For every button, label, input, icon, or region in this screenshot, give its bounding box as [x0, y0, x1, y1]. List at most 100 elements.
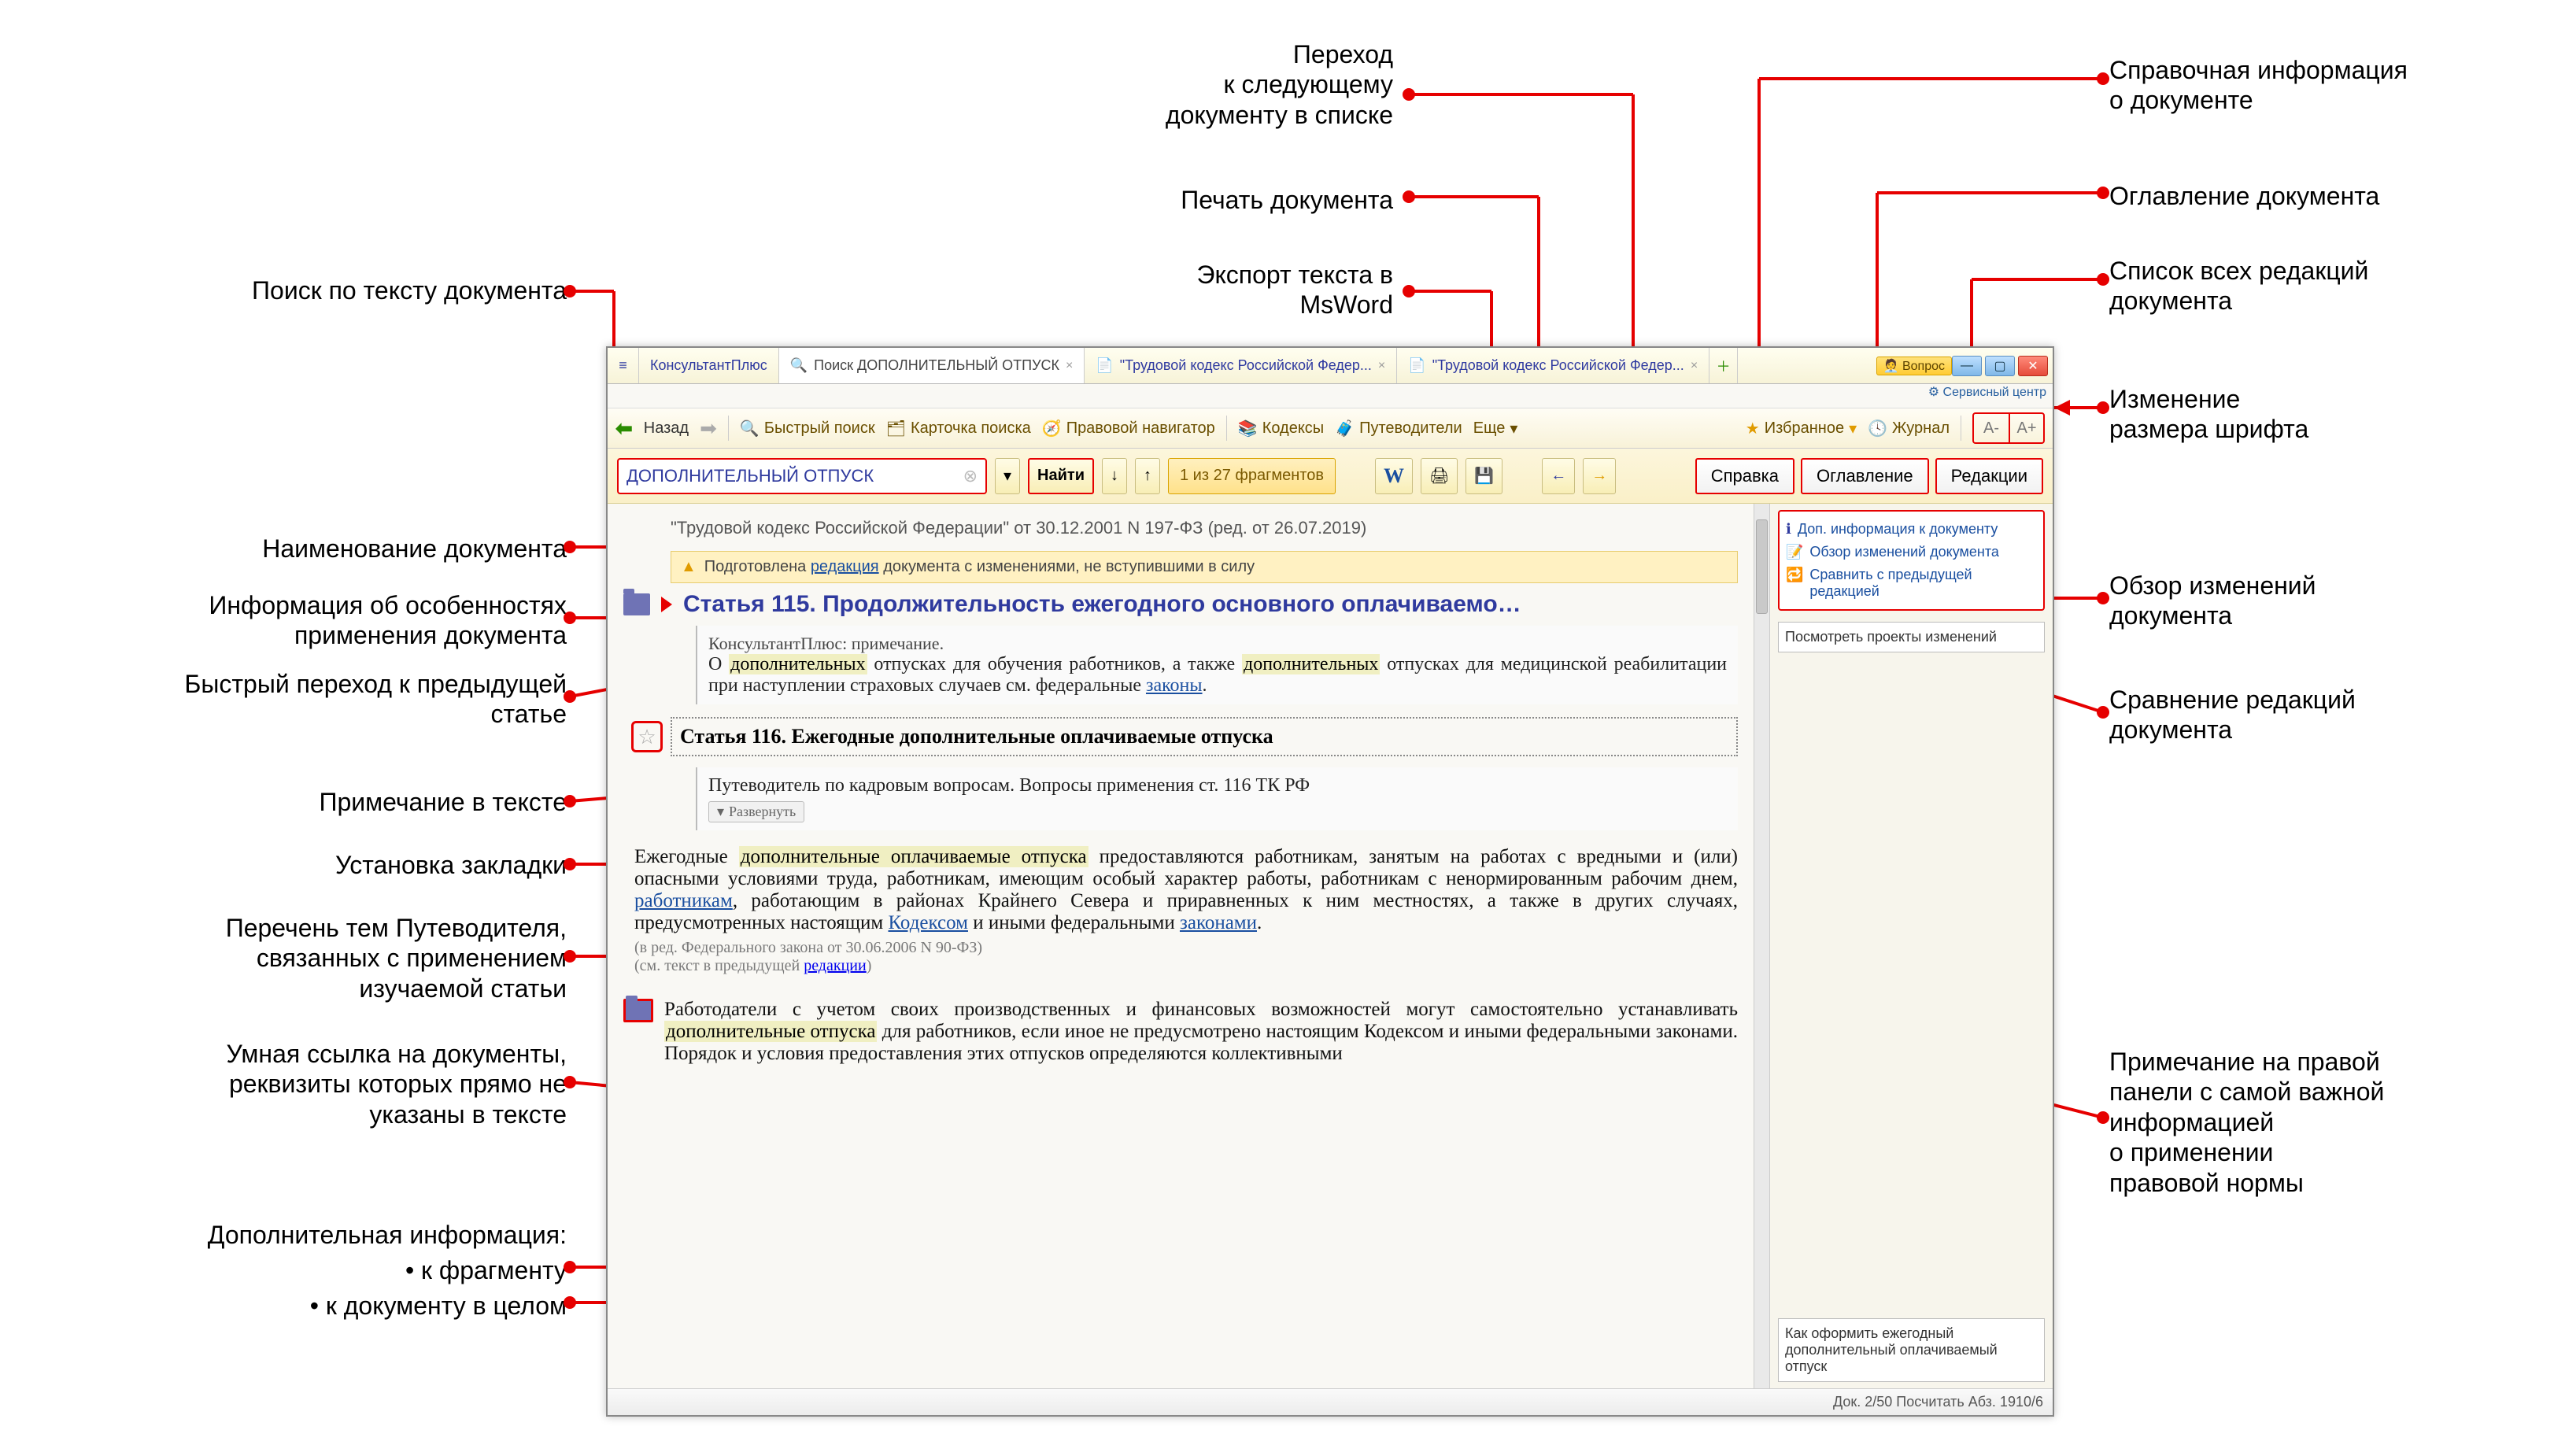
anno-extra-info-a: • к фрагменту [0, 1255, 567, 1285]
guide-box: Путеводитель по кадровым вопросам. Вопро… [696, 767, 1738, 830]
nav-back-button[interactable]: ⬅ [615, 416, 633, 441]
close-tab-icon[interactable]: × [1691, 359, 1698, 373]
doc-scrollbar[interactable] [1754, 504, 1769, 1388]
anno-set-bookmark: Установка закладки [0, 850, 567, 880]
more-button[interactable]: Еще ▾ [1473, 419, 1518, 438]
anno-export-word: Экспорт текста в MsWord [889, 260, 1393, 320]
font-decrease-button[interactable]: A- [1974, 414, 2009, 442]
anno-text-note: Примечание в тексте [0, 787, 567, 817]
anno-toc: Оглавление документа [2109, 181, 2379, 211]
anno-extra-info: Дополнительная информация: [0, 1220, 567, 1250]
anno-extra-info-b: • к документу в целом [0, 1291, 567, 1321]
tab-doc-1[interactable]: 📄"Трудовой кодекс Российской Федер...× [1085, 348, 1397, 383]
workers-link[interactable]: работникам [634, 890, 733, 911]
anno-doc-name: Наименование документа [0, 534, 567, 564]
service-center-link[interactable]: ⚙ Сервисный центр [608, 384, 2053, 408]
highlight: дополнительные оплачиваемые отпуска [739, 846, 1088, 867]
anno-editions: Список всех редакций документа [2109, 256, 2368, 316]
nav-forward-button[interactable]: ➡ [700, 416, 717, 441]
edition-note-2: (см. текст в предыдущей редакции) [634, 957, 1738, 975]
prev-edition-link[interactable]: редакции [804, 957, 867, 974]
next-match-button[interactable]: ↑ [1135, 458, 1160, 494]
pending-edition-warning: ▲ Подготовлена редакция документа с изме… [671, 551, 1738, 583]
reference-button[interactable]: Справка [1695, 458, 1794, 494]
status-bar: Док. 2/50 Посчитать Абз. 1910/6 [608, 1388, 2053, 1415]
font-increase-button[interactable]: A+ [2009, 414, 2043, 442]
anno-next-doc: Переход к следующему документу в списке [889, 39, 1393, 130]
rpanel-item-compare[interactable]: 🔁Сравнить с предыдущей редакцией [1786, 564, 2037, 603]
kodex-link[interactable]: Кодексом [888, 912, 968, 933]
warning-icon: ▲ [681, 558, 697, 576]
nav-back-label: Назад [644, 419, 689, 438]
close-tab-icon[interactable]: × [1378, 359, 1385, 373]
rpanel-item-changes[interactable]: 📝Обзор изменений документа [1786, 541, 2037, 564]
anno-right-note: Примечание на правой панели с самой важн… [2109, 1047, 2384, 1198]
rpanel-projects-box[interactable]: Посмотреть проекты изменений [1778, 622, 2045, 652]
right-panel: ℹДоп. информация к документу 📝Обзор изме… [1769, 504, 2053, 1388]
rpanel-howto-note[interactable]: Как оформить ежегодный дополнительный оп… [1778, 1318, 2045, 1382]
guide-title[interactable]: Путеводитель по кадровым вопросам. Вопро… [708, 775, 1727, 796]
app-window: ≡ КонсультантПлюс 🔍Поиск ДОПОЛНИТЕЛЬНЫЙ … [606, 346, 2054, 1417]
anno-app-info: Информация об особенностях применения до… [0, 590, 567, 651]
highlight: дополнительных [1242, 654, 1380, 674]
anno-print-doc: Печать документа [889, 185, 1393, 215]
window-tabbar: ≡ КонсультантПлюс 🔍Поиск ДОПОЛНИТЕЛЬНЫЙ … [608, 348, 2053, 384]
pending-edition-link[interactable]: редакция [811, 558, 879, 575]
anno-smart-link: Умная ссылка на документы, реквизиты кот… [0, 1039, 567, 1129]
save-button[interactable]: 💾 [1466, 458, 1502, 494]
inline-note-box: КонсультантПлюс: примечание. О дополните… [696, 626, 1738, 704]
question-button[interactable]: 🧑‍💼 Вопрос [1876, 357, 1952, 375]
rpanel-item-docinfo[interactable]: ℹДоп. информация к документу [1786, 518, 2037, 541]
next-doc-button[interactable]: → [1583, 458, 1616, 494]
article-115-line: Статья 115. Продолжительность ежегодного… [623, 591, 1738, 618]
kodeks-button[interactable]: 📚 Кодексы [1238, 419, 1324, 438]
new-tab-button[interactable]: ＋ [1709, 348, 1738, 383]
favorites-button[interactable]: ★ Избранное ▾ [1746, 419, 1857, 438]
journal-button[interactable]: 🕓 Журнал [1868, 419, 1950, 438]
doc-search-value: ДОПОЛНИТЕЛЬНЫЙ ОТПУСК [626, 466, 874, 486]
fragment-info-icon[interactable] [623, 999, 653, 1022]
quick-search-button[interactable]: 🔍 Быстрый поиск [740, 419, 875, 438]
guides-button[interactable]: 🧳 Путеводители [1335, 419, 1462, 438]
article-115-header[interactable]: Статья 115. Продолжительность ежегодного… [683, 591, 1738, 618]
search-dropdown[interactable]: ▾ [995, 458, 1020, 494]
folder-icon[interactable] [623, 593, 650, 615]
bookmark-button[interactable]: ☆ [631, 721, 663, 752]
print-button[interactable]: 🖨 [1421, 458, 1458, 494]
article-116-header[interactable]: Статья 116. Ежегодные дополнительные опл… [671, 717, 1738, 756]
maximize-button[interactable]: ▢ [1985, 356, 2015, 376]
anno-changes: Обзор изменений документа [2109, 571, 2316, 631]
anno-compare: Сравнение редакций документа [2109, 685, 2356, 745]
close-tab-icon[interactable]: × [1066, 359, 1073, 373]
prev-doc-button[interactable]: ← [1542, 458, 1575, 494]
word-icon: W [1384, 464, 1404, 488]
prev-article-arrow-icon[interactable] [661, 597, 672, 612]
toc-button[interactable]: Оглавление [1801, 458, 1929, 494]
inline-note-title: КонсультантПлюс: примечание. [708, 634, 1727, 654]
close-button[interactable]: ✕ [2018, 356, 2048, 376]
edition-note-1: (в ред. Федерального закона от 30.06.200… [634, 939, 1738, 957]
menu-button[interactable]: ≡ [608, 348, 639, 383]
tab-search[interactable]: 🔍Поиск ДОПОЛНИТЕЛЬНЫЙ ОТПУСК× [779, 348, 1085, 383]
right-panel-actions: ℹДоп. информация к документу 📝Обзор изме… [1778, 510, 2045, 611]
highlight: дополнительных [729, 654, 867, 674]
doc-search-input[interactable]: ДОПОЛНИТЕЛЬНЫЙ ОТПУСК ⊗ [617, 458, 987, 494]
prev-match-button[interactable]: ↓ [1102, 458, 1127, 494]
fragment-counter: 1 из 27 фрагментов [1168, 458, 1336, 494]
anno-ref-info: Справочная информация о документе [2109, 55, 2408, 116]
anno-search-text: Поиск по тексту документа [0, 275, 567, 305]
document-area: "Трудовой кодекс Российской Федерации" о… [608, 504, 2053, 1388]
editions-button[interactable]: Редакции [1935, 458, 2043, 494]
legal-navigator-button[interactable]: 🧭 Правовой навигатор [1042, 419, 1215, 438]
find-button[interactable]: Найти [1028, 458, 1094, 494]
tab-doc-2[interactable]: 📄"Трудовой кодекс Российской Федер...× [1397, 348, 1709, 383]
search-card-button[interactable]: 🗂 Карточка поиска [886, 419, 1031, 438]
document-title: "Трудовой кодекс Российской Федерации" о… [623, 513, 1738, 546]
minimize-button[interactable]: — [1952, 356, 1982, 376]
laws-link[interactable]: законы [1146, 675, 1203, 696]
tab-app[interactable]: КонсультантПлюс [639, 348, 779, 383]
guide-expand-button[interactable]: ▾ Развернуть [708, 801, 804, 822]
export-word-button[interactable]: W [1375, 458, 1413, 494]
laws-smart-link[interactable]: законами [1180, 912, 1257, 933]
clear-search-icon[interactable]: ⊗ [963, 466, 978, 486]
